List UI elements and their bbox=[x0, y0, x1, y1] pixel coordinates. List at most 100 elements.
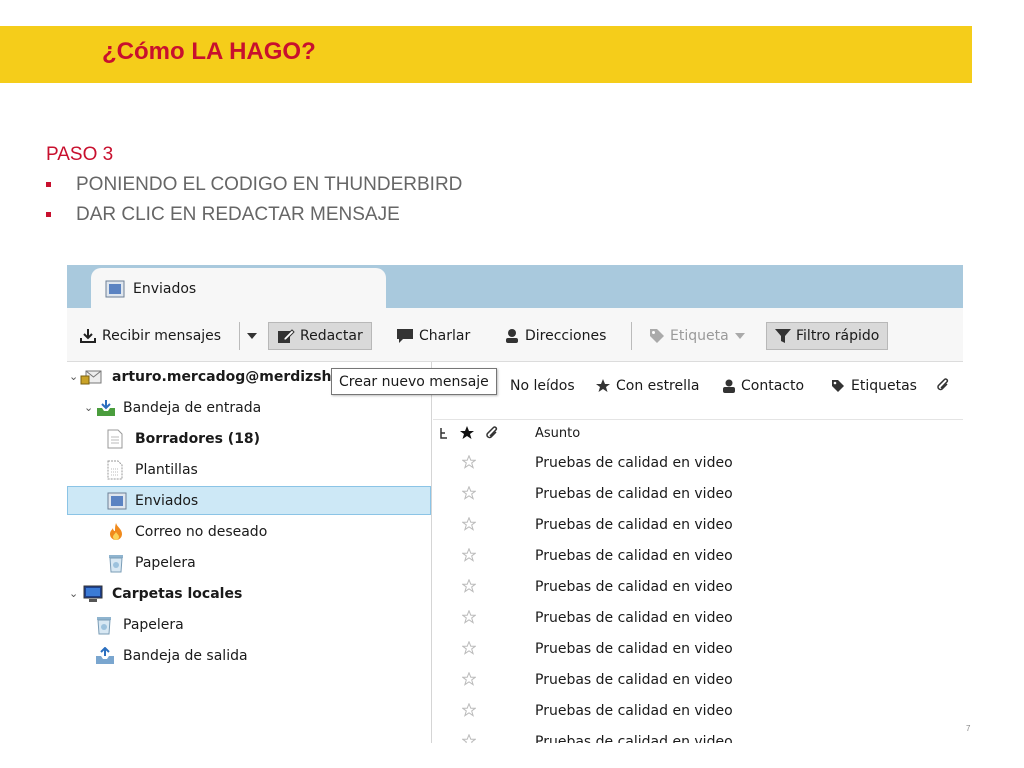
star-outline-icon[interactable] bbox=[462, 672, 476, 686]
message-row[interactable]: Pruebas de calidad en video bbox=[433, 665, 963, 696]
star-outline-icon[interactable] bbox=[462, 455, 476, 469]
chat-bubble-icon bbox=[397, 329, 413, 343]
slide-title: ¿Cómo LA HAGO? bbox=[102, 38, 316, 65]
inbox-icon bbox=[97, 399, 115, 416]
junk-flame-icon bbox=[110, 522, 122, 540]
message-subject: Pruebas de calidad en video bbox=[535, 455, 733, 471]
tag-button[interactable]: Etiqueta bbox=[649, 322, 750, 350]
column-header: Asunto bbox=[433, 420, 963, 448]
folder-drafts[interactable]: Borradores (18) bbox=[67, 424, 431, 453]
message-subject: Pruebas de calidad en video bbox=[535, 548, 733, 564]
page-number: 7 bbox=[966, 724, 971, 733]
main-toolbar: Recibir mensajes Redactar Charlar Direcc… bbox=[67, 308, 963, 362]
star-outline-icon[interactable] bbox=[462, 486, 476, 500]
star-outline-icon[interactable] bbox=[462, 734, 476, 743]
address-book-button[interactable]: Direcciones bbox=[504, 322, 606, 350]
folder-label: Plantillas bbox=[135, 461, 198, 478]
drafts-icon bbox=[107, 429, 123, 448]
tab-label: Enviados bbox=[133, 281, 197, 297]
contact-person-icon bbox=[506, 329, 518, 343]
star-outline-icon[interactable] bbox=[462, 548, 476, 562]
folder-inbox[interactable]: ⌄ Bandeja de entrada bbox=[67, 393, 431, 422]
filter-tags[interactable]: Etiquetas bbox=[831, 378, 917, 394]
pencil-icon bbox=[278, 329, 295, 343]
sent-folder-icon bbox=[105, 280, 125, 298]
message-subject: Pruebas de calidad en video bbox=[535, 486, 733, 502]
paperclip-icon bbox=[937, 378, 949, 391]
chat-button[interactable]: Charlar bbox=[396, 322, 470, 350]
outbox-icon bbox=[96, 646, 114, 664]
folder-trash[interactable]: Papelera bbox=[67, 548, 431, 577]
tag-label: Etiqueta bbox=[670, 328, 729, 344]
folder-outbox[interactable]: Bandeja de salida bbox=[67, 641, 431, 670]
dropdown-arrow-icon bbox=[247, 333, 257, 339]
tag-icon bbox=[650, 329, 664, 343]
folder-sent[interactable]: Enviados bbox=[67, 486, 431, 515]
tag-icon bbox=[832, 380, 844, 392]
toolbar-separator bbox=[631, 322, 632, 350]
message-subject: Pruebas de calidad en video bbox=[535, 703, 733, 719]
folder-label: Papelera bbox=[135, 554, 196, 571]
folder-local-folders[interactable]: ⌄ Carpetas locales bbox=[67, 579, 431, 608]
thunderbird-screenshot: Enviados Recibir mensajes Redactar Charl… bbox=[67, 265, 963, 743]
get-messages-label: Recibir mensajes bbox=[102, 328, 222, 344]
filter-starred[interactable]: Con estrella bbox=[596, 378, 699, 394]
filter-contact-label: Contacto bbox=[741, 378, 805, 394]
star-column-icon[interactable] bbox=[460, 426, 474, 440]
templates-icon bbox=[107, 460, 123, 479]
filter-unread[interactable]: No leídos bbox=[510, 378, 575, 394]
star-outline-icon[interactable] bbox=[462, 517, 476, 531]
folder-templates[interactable]: Plantillas bbox=[67, 455, 431, 484]
message-subject: Pruebas de calidad en video bbox=[535, 672, 733, 688]
message-row[interactable]: Pruebas de calidad en video bbox=[433, 510, 963, 541]
get-messages-dropdown[interactable] bbox=[247, 322, 262, 350]
folder-label: Correo no deseado bbox=[135, 523, 268, 540]
message-row[interactable]: Pruebas de calidad en video bbox=[433, 603, 963, 634]
star-outline-icon[interactable] bbox=[462, 610, 476, 624]
folder-label: Bandeja de entrada bbox=[123, 399, 262, 416]
chat-label: Charlar bbox=[419, 328, 471, 344]
quick-filter-button[interactable]: Filtro rápido bbox=[766, 322, 889, 350]
computer-icon bbox=[83, 585, 103, 602]
tab-enviados[interactable]: Enviados bbox=[91, 268, 386, 309]
filter-unread-label: No leídos bbox=[510, 378, 575, 394]
bullet-text: PONIENDO EL CODIGO EN THUNDERBIRD bbox=[76, 174, 463, 195]
folder-junk[interactable]: Correo no deseado bbox=[67, 517, 431, 546]
chevron-down-icon: ⌄ bbox=[69, 370, 79, 383]
message-row[interactable]: Pruebas de calidad en video bbox=[433, 541, 963, 572]
message-row[interactable]: Pruebas de calidad en video bbox=[433, 696, 963, 727]
folder-label: Bandeja de salida bbox=[123, 647, 248, 664]
star-outline-icon[interactable] bbox=[462, 579, 476, 593]
star-outline-icon[interactable] bbox=[462, 641, 476, 655]
address-book-label: Direcciones bbox=[525, 328, 607, 344]
attachment-column-icon[interactable] bbox=[485, 426, 499, 440]
chevron-down-icon: ⌄ bbox=[69, 587, 79, 600]
message-row[interactable]: Pruebas de calidad en video bbox=[433, 727, 963, 743]
message-row[interactable]: Pruebas de calidad en video bbox=[433, 572, 963, 603]
sent-folder-icon bbox=[107, 492, 127, 509]
chevron-down-icon: ⌄ bbox=[84, 401, 94, 414]
title-banner: ¿Cómo LA HAGO? bbox=[0, 26, 972, 83]
star-outline-icon[interactable] bbox=[462, 703, 476, 717]
message-pane: No leídos Con estrella Contacto Etiqueta… bbox=[433, 362, 963, 743]
message-subject: Pruebas de calidad en video bbox=[535, 610, 733, 626]
filter-attachment[interactable] bbox=[936, 378, 956, 392]
write-label: Redactar bbox=[300, 328, 363, 344]
folder-label: Enviados bbox=[135, 492, 199, 509]
get-messages-button[interactable]: Recibir mensajes bbox=[79, 322, 221, 350]
message-row[interactable]: Pruebas de calidad en video bbox=[433, 448, 963, 479]
message-subject: Pruebas de calidad en video bbox=[535, 517, 733, 533]
filter-contact[interactable]: Contacto bbox=[723, 378, 804, 394]
quick-filter-bar: No leídos Con estrella Contacto Etiqueta… bbox=[433, 362, 963, 420]
filter-tags-label: Etiquetas bbox=[851, 378, 917, 394]
trash-icon bbox=[97, 616, 111, 634]
write-button[interactable]: Redactar bbox=[268, 322, 372, 350]
message-row[interactable]: Pruebas de calidad en video bbox=[433, 479, 963, 510]
account-name: arturo.mercadog@merdizsh bbox=[112, 368, 332, 385]
folder-local-trash[interactable]: Papelera bbox=[67, 610, 431, 639]
message-row[interactable]: Pruebas de calidad en video bbox=[433, 634, 963, 665]
account-envelope-icon bbox=[80, 370, 102, 384]
subject-column-header[interactable]: Asunto bbox=[535, 426, 580, 441]
thread-column-icon[interactable] bbox=[439, 427, 449, 441]
toolbar-separator bbox=[239, 322, 240, 350]
